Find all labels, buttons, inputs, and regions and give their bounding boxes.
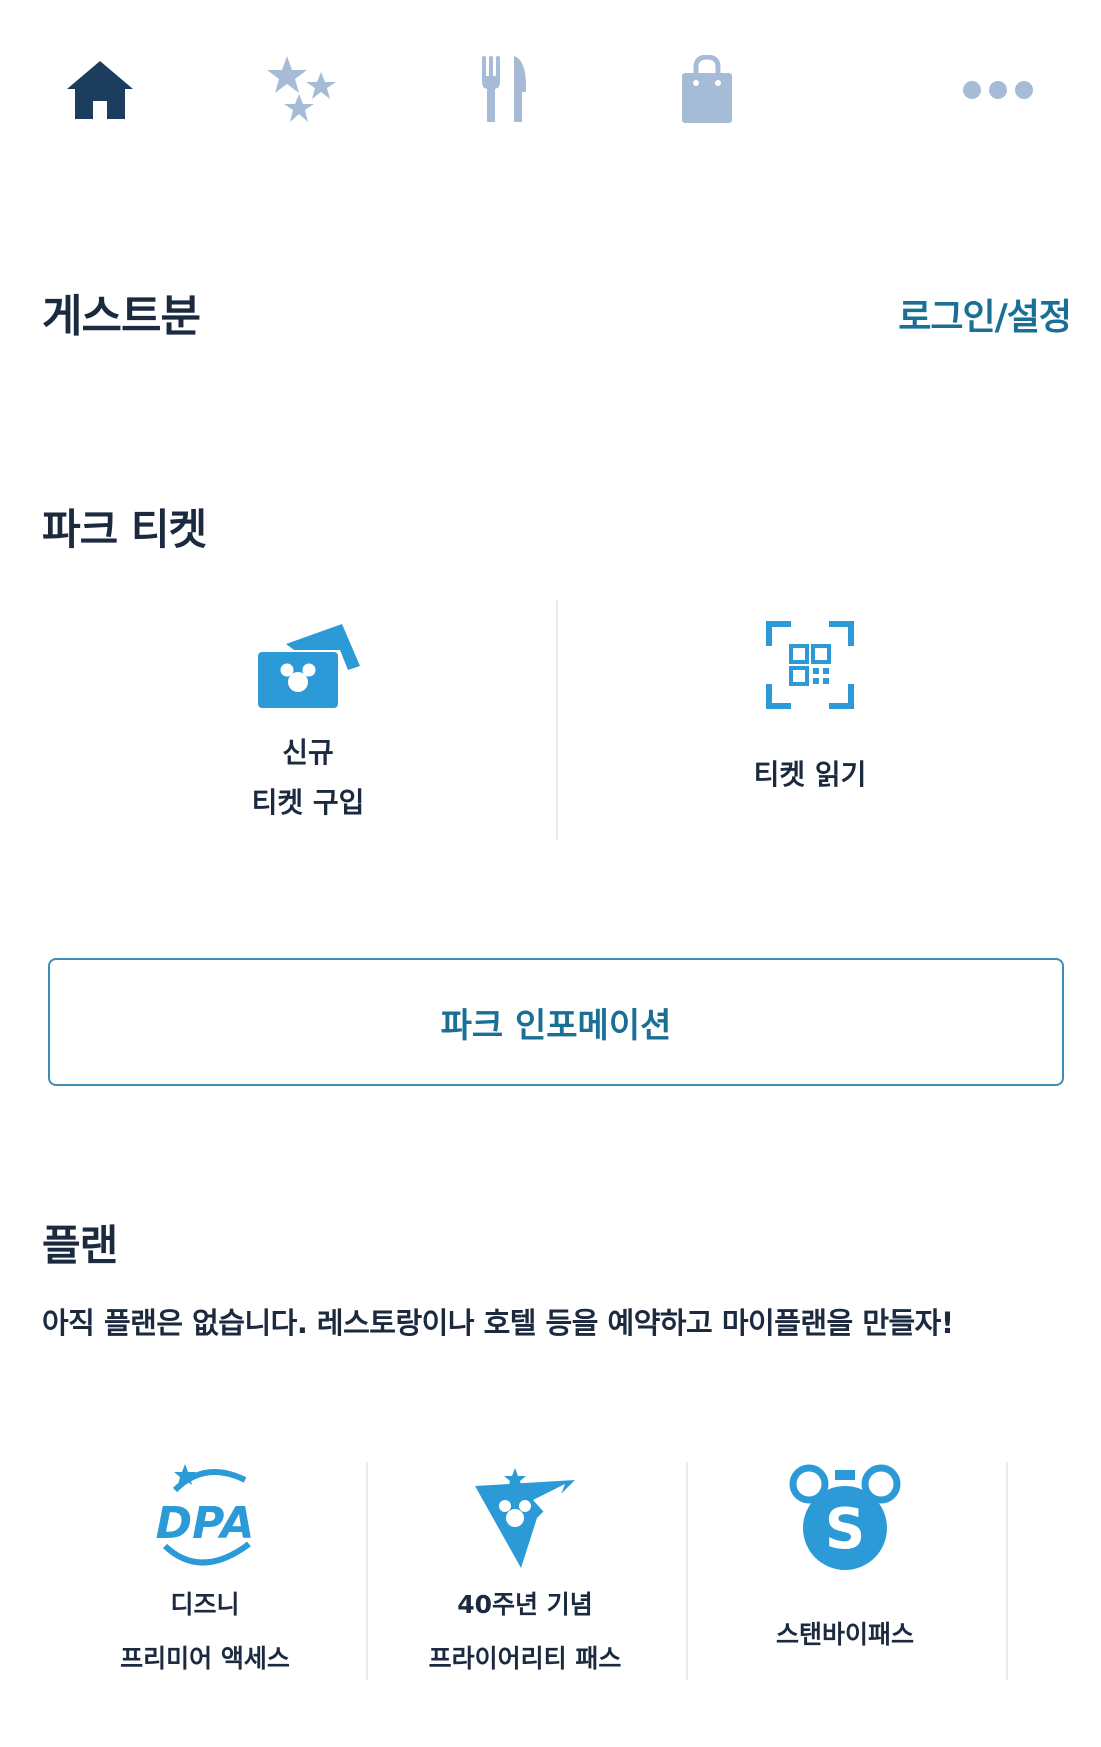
- plan-empty-message: 아직 플랜은 없습니다. 레스토랑이나 호텔 등을 예약하고 마이플랜을 만들자…: [42, 1306, 954, 1340]
- nav-shopping[interactable]: [657, 40, 757, 140]
- plan-item-dpa-line2: 프리미어 액세스: [120, 1644, 290, 1673]
- standby-pass-icon: S: [789, 1464, 901, 1570]
- priority-pass-icon: [475, 1468, 575, 1568]
- login-settings-link[interactable]: 로그인/설정: [898, 288, 1072, 340]
- more-icon: [963, 81, 1033, 99]
- plan-item-standby-pass[interactable]: S 스탠바이패스: [690, 1460, 1000, 1680]
- shopping-bag-icon: [682, 55, 732, 123]
- new-ticket-line1: 신규: [282, 736, 334, 769]
- svg-text:S: S: [825, 1497, 865, 1562]
- plan-divider: [686, 1462, 688, 1680]
- plan-item-priority-line1: 40주년 기념: [457, 1590, 593, 1619]
- nav-attractions[interactable]: [252, 40, 352, 140]
- top-nav: [0, 0, 1101, 180]
- svg-text:DPA: DPA: [156, 1498, 255, 1549]
- read-ticket-label: 티켓 읽기: [753, 758, 867, 791]
- park-tickets-title: 파크 티켓: [42, 505, 207, 554]
- guest-greeting: 게스트분: [42, 291, 201, 342]
- plan-item-dpa[interactable]: DPA 디즈니 프리미어 액세스: [50, 1460, 360, 1680]
- fork-knife-icon: [482, 56, 526, 122]
- plan-item-priority-pass[interactable]: 40주년 기념 프라이어리티 패스: [370, 1460, 680, 1680]
- plan-divider: [366, 1462, 368, 1680]
- park-information-button[interactable]: 파크 인포메이션: [48, 958, 1064, 1086]
- plan-item-standby-line1: 스탠바이패스: [775, 1620, 914, 1649]
- ticket-divider: [556, 600, 558, 840]
- nav-restaurant[interactable]: [455, 40, 555, 140]
- plan-divider: [1006, 1462, 1008, 1680]
- read-ticket-button[interactable]: 티켓 읽기: [660, 600, 960, 840]
- new-ticket-line2: 티켓 구입: [251, 786, 365, 819]
- plan-item-dpa-line1: 디즈니: [170, 1590, 240, 1619]
- plan-item-priority-line2: 프라이어리티 패스: [428, 1644, 622, 1673]
- home-icon: [67, 61, 133, 119]
- nav-more[interactable]: [948, 40, 1048, 140]
- qr-scan-icon: [766, 621, 854, 709]
- dpa-icon: DPA: [156, 1464, 255, 1566]
- ticket-purchase-icon: [258, 624, 360, 708]
- stars-icon: [267, 56, 336, 122]
- nav-home[interactable]: [50, 40, 150, 140]
- new-ticket-purchase-button[interactable]: 신규 티켓 구입: [158, 600, 458, 840]
- plan-title: 플랜: [42, 1221, 118, 1270]
